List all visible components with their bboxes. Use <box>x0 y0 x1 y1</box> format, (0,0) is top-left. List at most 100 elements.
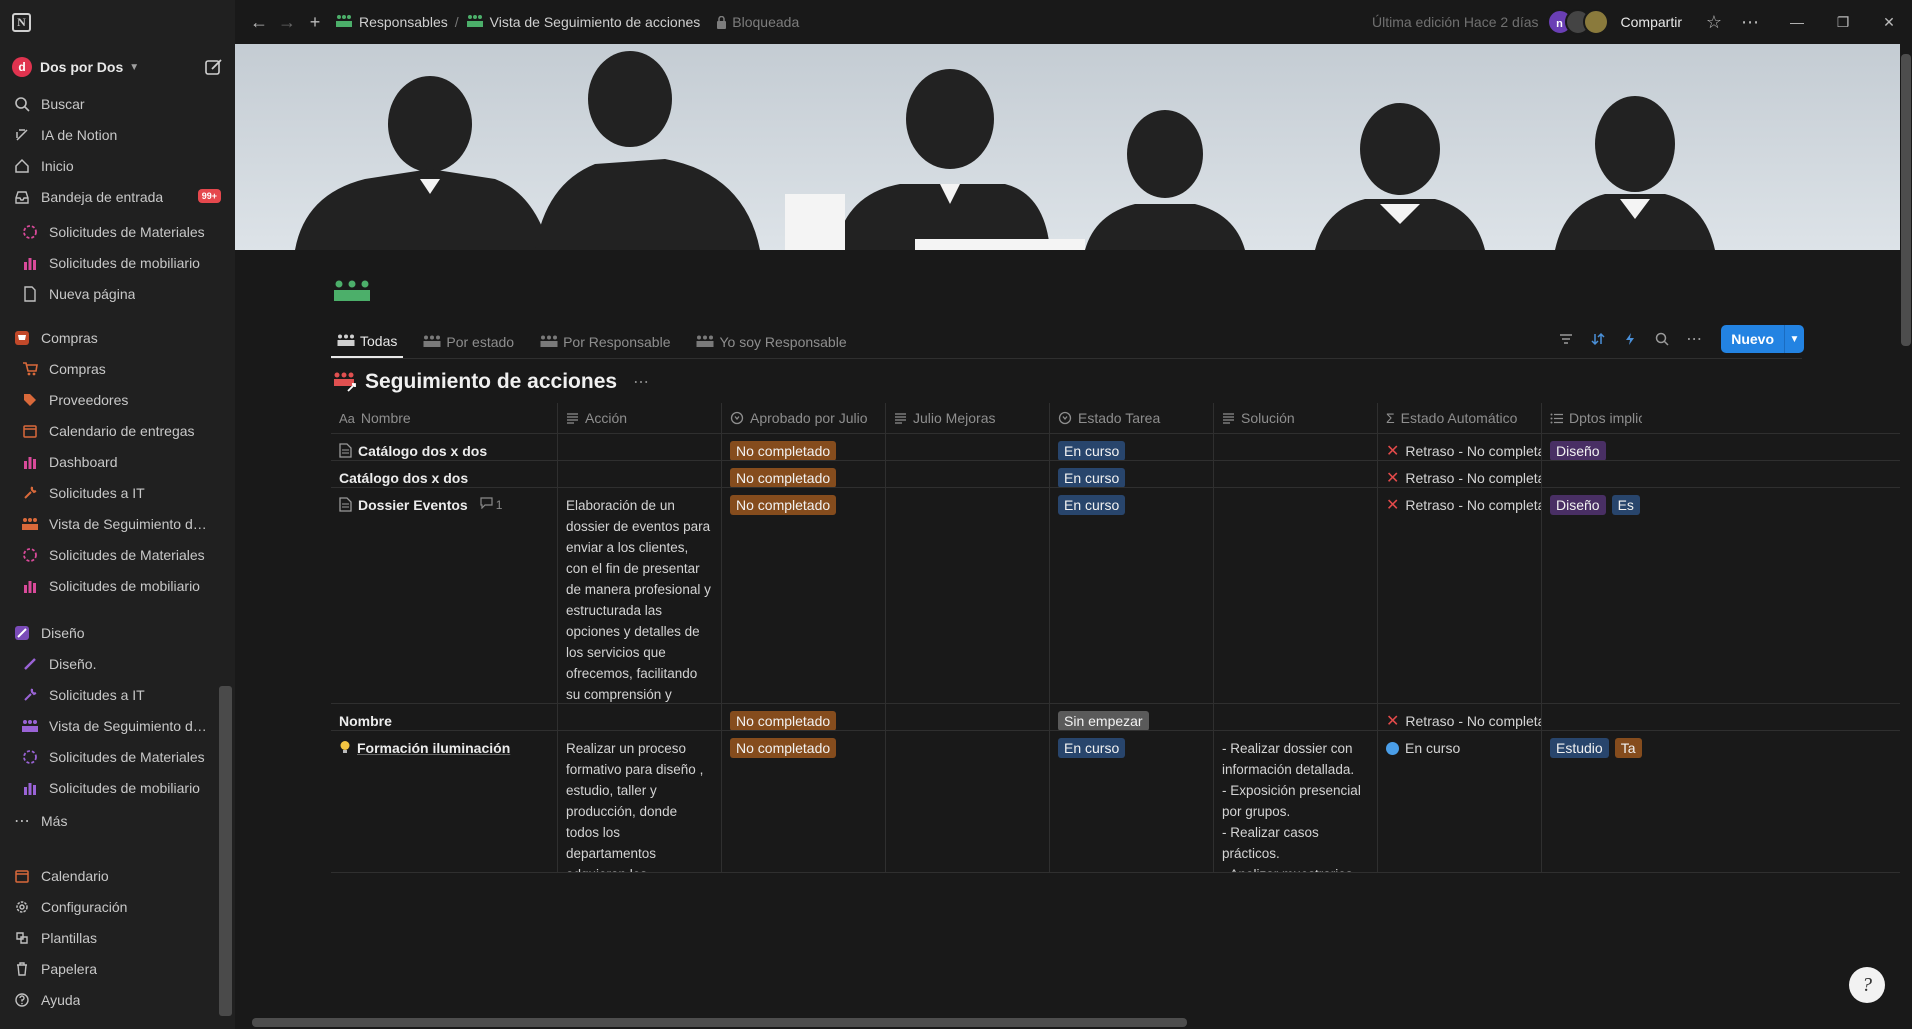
table-row[interactable]: Formación iluminación Realizar un proceso… <box>331 731 1900 873</box>
page-cover[interactable] <box>235 44 1900 250</box>
column-header[interactable]: Aprobado por Julio <box>722 403 886 433</box>
page-icon-people[interactable] <box>333 279 371 306</box>
search-icon[interactable] <box>1651 328 1673 350</box>
departments-cell[interactable]: Diseño <box>1542 434 1642 460</box>
table-row[interactable]: Nombre No completado Sin empezar ✕ Retraso -… <box>331 704 1900 731</box>
approved-cell[interactable]: No completado <box>722 434 886 460</box>
task-status-cell[interactable]: En curso <box>1050 731 1214 872</box>
view-tab[interactable]: Yo soy Responsable <box>690 325 852 358</box>
sidebar-item[interactable]: Bandeja de entrada 99+ <box>0 181 235 212</box>
more-options-icon[interactable]: ⋯ <box>633 372 649 392</box>
new-entry-button[interactable]: Nuevo ▼ <box>1721 325 1804 353</box>
minimize-button[interactable]: — <box>1774 14 1820 30</box>
chevron-down-icon[interactable]: ▼ <box>1784 325 1804 353</box>
new-button-label[interactable]: Nuevo <box>1721 325 1784 353</box>
row-title[interactable]: Formación iluminación <box>357 738 510 759</box>
database-title-text[interactable]: Seguimiento de acciones <box>365 370 617 394</box>
sidebar-item[interactable]: Nueva página <box>0 278 235 309</box>
sidebar-item[interactable]: Compras <box>0 353 235 384</box>
restore-button[interactable]: ❐ <box>1820 14 1866 31</box>
notion-logo-icon[interactable]: N <box>12 12 31 32</box>
solution-cell[interactable] <box>1214 704 1378 730</box>
column-header[interactable]: Aa Nombre <box>331 403 558 433</box>
sidebar-item[interactable]: Solicitudes de Materiales <box>0 539 235 570</box>
departments-cell[interactable]: Estudio Ta <box>1542 731 1642 872</box>
sidebar-item[interactable]: Vista de Seguimiento de acciones <box>0 508 235 539</box>
sidebar-item[interactable]: IA de Notion <box>0 119 235 150</box>
collaborator-avatars[interactable]: n <box>1546 9 1609 35</box>
departments-cell[interactable] <box>1542 704 1642 730</box>
row-title[interactable]: Nombre <box>339 711 392 730</box>
action-cell[interactable] <box>558 461 722 487</box>
breadcrumb-item[interactable]: Responsables <box>359 14 448 30</box>
more-options-icon[interactable]: ⋯ <box>1736 8 1764 36</box>
action-cell[interactable] <box>558 434 722 460</box>
improvements-cell[interactable] <box>886 461 1050 487</box>
workspace-switcher[interactable]: d Dos por Dos ▼ <box>12 54 225 80</box>
sidebar-item[interactable]: Solicitudes de mobiliario <box>0 247 235 278</box>
more-options-icon[interactable]: ⋯ <box>1683 328 1705 350</box>
improvements-cell[interactable] <box>886 704 1050 730</box>
sidebar-item[interactable]: Calendario <box>0 860 235 891</box>
table-row[interactable]: Catálogo dos x dos No completado En curso ✕… <box>331 434 1900 461</box>
table-row[interactable]: Catálogo dos x dos No completado En curso ✕… <box>331 461 1900 488</box>
automation-bolt-icon[interactable] <box>1619 328 1641 350</box>
solution-cell[interactable]: - Realizar dossier con información detal… <box>1214 731 1378 872</box>
sidebar-item[interactable]: Solicitudes de Materiales <box>0 216 235 247</box>
sidebar-item[interactable]: Plantillas <box>0 922 235 953</box>
task-status-cell[interactable]: En curso <box>1050 488 1214 703</box>
row-title[interactable]: Catálogo dos x dos <box>339 468 468 487</box>
sidebar-item[interactable]: Solicitudes de mobiliario <box>0 570 235 601</box>
departments-cell[interactable] <box>1542 461 1642 487</box>
sidebar-item[interactable]: Calendario de entregas <box>0 415 235 446</box>
notion-ai-help-button[interactable]: ? <box>1849 967 1885 1003</box>
auto-status-cell[interactable]: ✕ Retraso - No completado <box>1378 704 1542 730</box>
sidebar-item[interactable]: Dashboard <box>0 446 235 477</box>
action-cell[interactable] <box>558 704 722 730</box>
sidebar-section-compras-title[interactable]: Compras <box>0 322 235 353</box>
auto-status-cell[interactable]: En curso <box>1378 731 1542 872</box>
improvements-cell[interactable] <box>886 488 1050 703</box>
sidebar-scrollbar[interactable] <box>219 686 232 1016</box>
sidebar-item[interactable]: Solicitudes de mobiliario <box>0 772 235 803</box>
filter-icon[interactable] <box>1555 328 1577 350</box>
sidebar-item[interactable]: Proveedores <box>0 384 235 415</box>
departments-cell[interactable]: Diseño Es <box>1542 488 1642 703</box>
column-header[interactable]: Dptos implicados <box>1542 403 1642 433</box>
sidebar-item[interactable]: Solicitudes a IT <box>0 679 235 710</box>
comment-count[interactable]: 1 <box>480 495 502 516</box>
approved-cell[interactable]: No completado <box>722 461 886 487</box>
task-status-cell[interactable]: Sin empezar <box>1050 704 1214 730</box>
task-status-cell[interactable]: En curso <box>1050 434 1214 460</box>
name-cell[interactable]: Dossier Eventos 1 <box>331 488 558 703</box>
sidebar-item[interactable]: Buscar <box>0 88 235 119</box>
sidebar-item[interactable]: Ayuda <box>0 984 235 1015</box>
view-tab[interactable]: Todas <box>331 325 404 358</box>
name-cell[interactable]: Formación iluminación <box>331 731 558 872</box>
improvements-cell[interactable] <box>886 731 1050 872</box>
column-header[interactable]: Estado Tarea <box>1050 403 1214 433</box>
share-button[interactable]: Compartir <box>1621 14 1682 30</box>
solution-cell[interactable] <box>1214 434 1378 460</box>
table-row[interactable]: Dossier Eventos 1 Elaboración de un dossie… <box>331 488 1900 704</box>
sidebar-item[interactable]: Configuración <box>0 891 235 922</box>
auto-status-cell[interactable]: ✕ Retraso - No completado <box>1378 461 1542 487</box>
sidebar-section-diseno-title[interactable]: Diseño <box>0 617 235 648</box>
column-header[interactable]: Julio Mejoras <box>886 403 1050 433</box>
vertical-scrollbar[interactable] <box>1901 54 1911 346</box>
plus-icon[interactable]: + <box>301 8 329 36</box>
new-page-icon[interactable] <box>203 56 225 78</box>
action-cell[interactable]: Realizar un proceso formativo para diseñ… <box>558 731 722 872</box>
view-tab[interactable]: Por Responsable <box>534 325 676 358</box>
solution-cell[interactable] <box>1214 461 1378 487</box>
task-status-cell[interactable]: En curso <box>1050 461 1214 487</box>
breadcrumb-item[interactable]: Vista de Seguimiento de acciones <box>490 14 701 30</box>
forward-arrow-icon[interactable]: → <box>273 8 301 36</box>
name-cell[interactable]: Nombre <box>331 704 558 730</box>
back-arrow-icon[interactable]: ← <box>245 8 273 36</box>
lock-status[interactable]: Bloqueada <box>716 14 799 30</box>
row-title[interactable]: Dossier Eventos <box>358 495 468 516</box>
row-title[interactable]: Catálogo dos x dos <box>358 441 487 460</box>
column-header[interactable]: Solución <box>1214 403 1378 433</box>
sidebar-item[interactable]: Inicio <box>0 150 235 181</box>
